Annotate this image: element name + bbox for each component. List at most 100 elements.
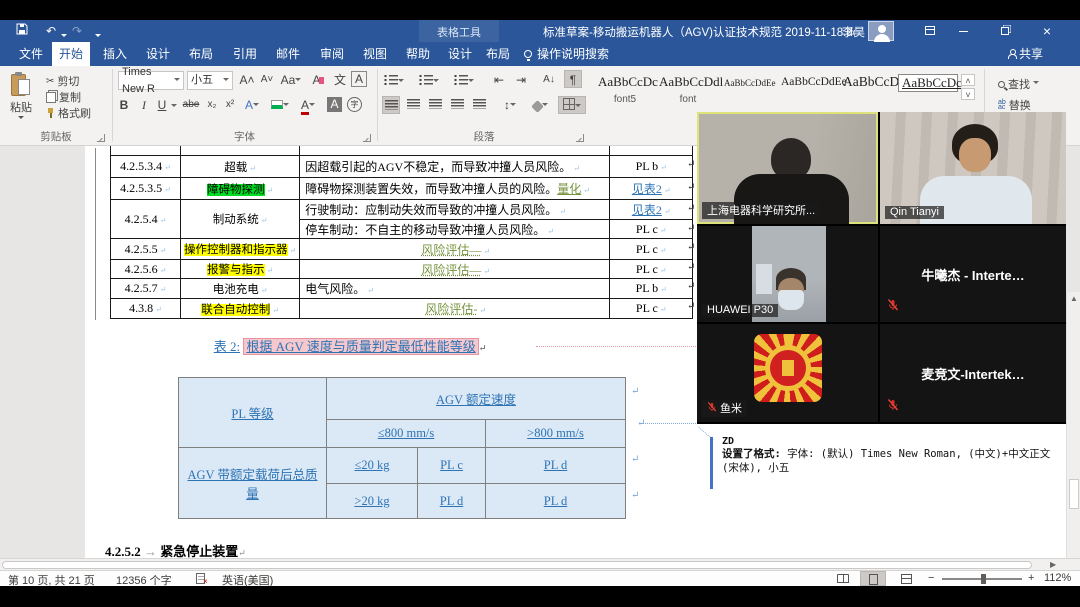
character-border-icon[interactable]: A (351, 71, 367, 87)
zoom-level[interactable]: 112% (1044, 572, 1071, 584)
scroll-right-icon[interactable]: ▶ (1050, 560, 1056, 569)
user-name[interactable]: 李昊 (842, 24, 865, 40)
style-item-6-selected[interactable]: AaBbCcDc (898, 74, 958, 92)
tell-me-search[interactable]: 操作说明搜索 (524, 42, 654, 66)
underline-icon[interactable]: U (153, 96, 171, 114)
bullets-icon[interactable] (383, 72, 405, 90)
tab-insert[interactable]: 插入 (96, 42, 134, 66)
ribbon-display-options-icon[interactable] (915, 20, 945, 42)
find-button[interactable]: 查找 (998, 76, 1039, 92)
italic-icon[interactable]: I (135, 96, 153, 114)
distribute-icon[interactable] (470, 96, 488, 114)
line-spacing-icon[interactable]: ↕ (498, 96, 522, 114)
styles-scroll-up-icon[interactable]: ˄ (961, 74, 975, 86)
decrease-indent-icon[interactable]: ⇤ (490, 71, 508, 89)
link-quantify[interactable]: 量化 (557, 182, 581, 196)
restore-icon[interactable] (990, 20, 1020, 42)
vertical-scroll-thumb[interactable] (1069, 479, 1079, 509)
character-shading-icon[interactable]: A (327, 97, 342, 112)
font-color-icon[interactable]: A (299, 96, 317, 114)
language-indicator[interactable]: 英语(美国) (222, 572, 273, 588)
word-count[interactable]: 12356 个字 (116, 572, 172, 588)
replace-button[interactable]: abac 替换 (998, 97, 1031, 113)
horizontal-scroll-thumb[interactable] (2, 561, 1032, 569)
tab-file[interactable]: 文件 (13, 42, 49, 66)
style-item-4[interactable]: AaBbCcDdEe (781, 74, 833, 88)
justify-icon[interactable] (448, 96, 466, 114)
strikethrough-icon[interactable]: abe (179, 96, 203, 114)
grow-font-icon[interactable]: A˄ (238, 71, 256, 89)
multilevel-list-icon[interactable] (453, 72, 475, 90)
paragraph-dialog-launcher[interactable] (576, 134, 584, 142)
paste-button[interactable]: 粘贴 (10, 72, 32, 122)
share-button[interactable]: 共享 (1008, 42, 1064, 66)
copy-button[interactable]: 复制 (46, 89, 81, 105)
align-right-icon[interactable] (426, 96, 444, 114)
tab-home[interactable]: 开始 (52, 42, 90, 66)
print-layout-icon[interactable] (860, 571, 886, 586)
highlight-color-icon[interactable] (271, 96, 289, 114)
page-indicator[interactable]: 第 10 页, 共 21 页 (8, 572, 95, 588)
avatar[interactable] (868, 21, 894, 41)
tab-view[interactable]: 视图 (356, 42, 394, 66)
numbering-icon[interactable] (418, 72, 440, 90)
tab-table-design[interactable]: 设计 (442, 42, 478, 66)
style-item-1[interactable]: AaBbCcDc font5 (598, 74, 652, 105)
style-item-3[interactable]: AaBbCcDdEe (724, 74, 766, 88)
web-layout-icon[interactable] (893, 571, 919, 586)
tab-references[interactable]: 引用 (226, 42, 264, 66)
risk-table[interactable]: 4.2.5.3.4 超载 因超载引起的AGV不稳定，而导致冲撞人员风险。 PL … (110, 146, 693, 319)
tab-review[interactable]: 审阅 (313, 42, 351, 66)
show-marks-icon[interactable]: ¶ (564, 70, 582, 88)
font-name-select[interactable]: Times New R (118, 71, 184, 90)
zoom-slider-thumb[interactable] (981, 574, 986, 584)
font-dialog-launcher[interactable] (363, 134, 371, 142)
read-mode-icon[interactable] (830, 571, 856, 586)
undo-icon[interactable]: ↶ (46, 23, 56, 39)
redo-icon[interactable]: ↷ (72, 23, 82, 39)
style-item-5[interactable]: AaBbCcDc (843, 74, 891, 90)
cut-button[interactable]: ✂剪切 (46, 73, 79, 89)
tab-design[interactable]: 设计 (139, 42, 177, 66)
phonetic-guide-icon[interactable]: 文 (331, 71, 349, 89)
close-icon[interactable]: × (1032, 20, 1062, 42)
font-size-select[interactable]: 小五 (187, 71, 233, 90)
format-painter-button[interactable]: 格式刷 (46, 105, 91, 121)
superscript-icon[interactable]: x² (221, 96, 239, 114)
tab-layout[interactable]: 布局 (182, 42, 220, 66)
video-tile-1[interactable]: 上海电器科学研究所... (697, 112, 878, 224)
tab-help[interactable]: 帮助 (399, 42, 437, 66)
vertical-scrollbar[interactable]: ▲ ▼ (1066, 292, 1080, 558)
shading-icon[interactable] (528, 96, 552, 114)
clear-formatting-icon[interactable]: A (309, 71, 327, 89)
zoom-in-icon[interactable]: + (1028, 572, 1034, 584)
scroll-up-icon[interactable]: ▲ (1067, 294, 1080, 303)
align-center-icon[interactable] (404, 96, 422, 114)
video-tile-4[interactable]: 牛曦杰 - Interte… (880, 226, 1066, 322)
link-see-table2[interactable]: 见表2 (632, 182, 662, 196)
minimize-icon[interactable] (948, 20, 978, 42)
revision-annotation[interactable]: ZD 设置了格式: 字体: (默认) Times New Roman, (中文)… (722, 435, 1070, 475)
styles-scroll-down-icon[interactable]: ˅ (961, 88, 975, 100)
bold-icon[interactable]: B (115, 96, 133, 114)
text-effects-icon[interactable]: A (243, 96, 261, 114)
change-case-icon[interactable]: Aa (279, 71, 303, 89)
subscript-icon[interactable]: x₂ (203, 96, 221, 114)
horizontal-scrollbar[interactable]: ▶ (0, 558, 1080, 570)
borders-icon[interactable] (558, 96, 586, 114)
sort-icon[interactable]: A↓ (538, 71, 560, 89)
save-icon[interactable] (16, 23, 28, 39)
clipboard-dialog-launcher[interactable] (97, 134, 105, 142)
zoom-out-icon[interactable]: − (928, 572, 934, 584)
align-left-icon[interactable] (382, 96, 400, 114)
pl-table[interactable]: PL 等级 AGV 额定速度 ≤800 mm/s >800 mm/s AGV 带… (178, 377, 626, 519)
enclose-characters-icon[interactable]: 字 (347, 97, 362, 112)
shrink-font-icon[interactable]: A˅ (258, 71, 276, 89)
increase-indent-icon[interactable]: ⇥ (512, 71, 530, 89)
link-see-table2[interactable]: 见表2 (632, 203, 662, 217)
tab-mailings[interactable]: 邮件 (269, 42, 307, 66)
video-tile-3[interactable]: HUAWEI P30 (697, 226, 878, 322)
style-item-2[interactable]: AaBbCcDdl font (659, 74, 717, 105)
tab-table-layout[interactable]: 布局 (480, 42, 516, 66)
underline-caret-icon[interactable] (171, 104, 177, 110)
